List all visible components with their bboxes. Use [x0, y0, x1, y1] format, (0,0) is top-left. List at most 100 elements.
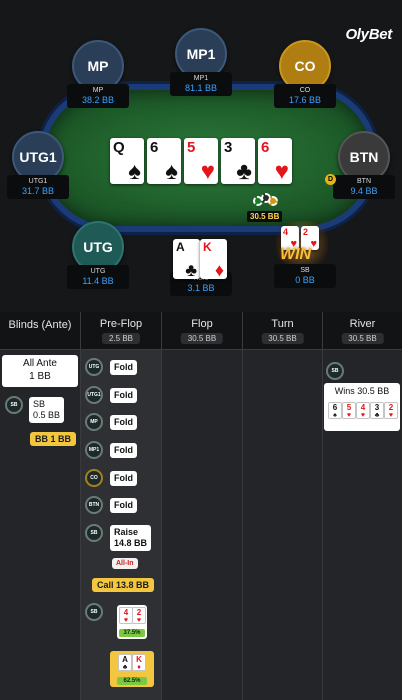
column-header: Blinds (Ante): [0, 312, 80, 350]
action-history: Blinds (Ante) Pre-Flop 2.5 BB Flop 30.5 …: [0, 312, 402, 700]
seat-name: SB: [300, 267, 310, 274]
seat-stack: 31.7 BB: [21, 186, 55, 196]
card-rank: 3: [224, 139, 233, 156]
card-suit: ♥: [123, 617, 129, 624]
card-suit: ♦: [137, 664, 141, 671]
column-pot: 30.5 BB: [341, 333, 384, 344]
poker-table-area: OlyBet MP MP 38.2 BB MP1 MP1 81.1 BB CO …: [0, 0, 402, 312]
winning-hand-card: 3 ♣: [370, 402, 384, 419]
column-body: [243, 350, 322, 700]
winning-hand-card: 5 ♥: [342, 402, 356, 419]
seat-co[interactable]: CO CO 17.6 BB: [273, 40, 337, 108]
seat-stack: 81.1 BB: [184, 83, 218, 93]
pot-amount: 30.5 BB: [247, 211, 283, 222]
seat-nameplate: SB 0 BB: [274, 264, 336, 288]
card-suit: ♣: [122, 664, 128, 671]
showdown-card: 2 ♥: [132, 607, 146, 624]
column-title: Blinds (Ante): [8, 319, 72, 331]
hero-card-1: A ♣: [173, 239, 200, 279]
card-rank: 5: [187, 139, 196, 156]
column-title: Flop: [191, 318, 213, 330]
hand-replay-screen: OlyBet MP MP 38.2 BB MP1 MP1 81.1 BB CO …: [0, 0, 402, 700]
showdown-card: 4 ♥: [119, 607, 133, 624]
seat-utg[interactable]: UTG UTG 11.4 BB: [66, 221, 130, 289]
card-suit: ♣: [185, 260, 197, 280]
card-rank: 4: [283, 227, 289, 237]
card-rank: 3: [374, 403, 380, 412]
seat-name: UTG1: [28, 178, 48, 185]
seat-utg1[interactable]: UTG1 UTG1 31.7 BB: [6, 131, 70, 199]
raise-amount: 14.8 BB: [114, 538, 148, 548]
seat-bubble-utg: UTG: [85, 358, 103, 376]
showdown-card: A ♣: [118, 654, 132, 671]
winning-hand-card: 2 ♥: [384, 402, 398, 419]
action-fold: Fold: [110, 443, 137, 458]
card-rank: 4: [123, 608, 129, 617]
seat-bubble-co: CO: [85, 469, 103, 487]
card-suit: ♠: [128, 158, 141, 185]
card-suit: ♣: [236, 158, 252, 185]
river-win-box: Wins 30.5 BB 6 ♠ 5 ♥ 4 ♥ 3 ♣ 2 ♥: [324, 383, 400, 431]
card-rank: 6: [150, 139, 159, 156]
column-header: Flop 30.5 BB: [162, 312, 242, 350]
card-suit: ♥: [360, 412, 366, 419]
column-flop: Flop 30.5 BB: [161, 312, 242, 700]
action-fold: Fold: [110, 388, 137, 403]
seat-nameplate: CO 17.6 BB: [274, 84, 336, 108]
column-header: Turn 30.5 BB: [243, 312, 322, 350]
bb-blind-action: BB 1 BB: [30, 432, 77, 446]
card-rank: 6: [261, 139, 270, 156]
seat-mp1[interactable]: MP1 MP1 81.1 BB: [169, 28, 233, 96]
action-call: Call 13.8 BB: [92, 578, 155, 592]
seat-name: CO: [299, 87, 311, 94]
card-rank: K: [136, 655, 142, 664]
seat-bubble-sb: SB: [326, 362, 344, 380]
showdown-hero-hand: A ♣ K ♦ 62.5%: [110, 651, 154, 687]
column-pot: 30.5 BB: [261, 333, 304, 344]
seat-bubble-sb: SB: [5, 396, 23, 414]
seat-bubble-mp: MP: [85, 413, 103, 431]
showdown-sb-hand: 4 ♥ 2 ♥ 37.5%: [117, 605, 147, 639]
card-rank: 5: [346, 403, 352, 412]
card-rank: 2: [303, 227, 309, 237]
column-title: Turn: [271, 318, 294, 330]
win-result: Wins 30.5 BB: [334, 386, 390, 396]
column-pot: 30.5 BB: [180, 333, 224, 344]
seat-bubble-sb: SB: [85, 603, 103, 621]
seat-nameplate: UTG 11.4 BB: [67, 265, 129, 289]
seat-bubble-sb: SB: [85, 524, 103, 542]
card-rank: K: [203, 240, 212, 254]
seat-bubble-btn: BTN: [85, 496, 103, 514]
seat-name: UTG: [90, 268, 106, 275]
card-rank: 2: [136, 608, 142, 617]
card-rank: 6: [332, 403, 338, 412]
card-rank: 4: [360, 403, 366, 412]
seat-mp[interactable]: MP MP 38.2 BB: [66, 40, 130, 108]
card-suit: ♥: [274, 158, 289, 185]
brand-logo: OlyBet: [345, 26, 392, 43]
dealer-button-icon: D: [325, 174, 336, 185]
seat-nameplate: UTG1 31.7 BB: [7, 175, 69, 199]
column-turn: Turn 30.5 BB: [242, 312, 322, 700]
seat-name: MP1: [193, 75, 209, 82]
seat-sb[interactable]: SB 0 BB: [273, 264, 337, 288]
seat-stack: 0 BB: [295, 275, 315, 285]
allin-badge: All-In: [112, 558, 138, 569]
card-suit: ♦: [214, 260, 224, 280]
seat-stack: 17.6 BB: [288, 95, 322, 105]
column-header: Pre-Flop 2.5 BB: [81, 312, 161, 350]
raise-label: Raise: [114, 527, 139, 537]
seat-nameplate: MP1 81.1 BB: [170, 72, 232, 96]
card-rank: A: [176, 240, 185, 254]
showdown-card: K ♦: [132, 654, 146, 671]
card-suit: ♠: [333, 412, 337, 419]
card-suit: ♥: [388, 412, 394, 419]
board-card-1: Q ♠: [110, 138, 144, 184]
seat-btn[interactable]: BTN BTN 9.4 BB: [332, 131, 396, 199]
seat-bubble-utg1: UTG1: [85, 386, 103, 404]
card-suit: ♥: [136, 617, 142, 624]
seat-nameplate: MP 38.2 BB: [67, 84, 129, 108]
action-fold: Fold: [110, 471, 137, 486]
action-fold: Fold: [110, 360, 137, 375]
card-rank: A: [122, 655, 128, 664]
